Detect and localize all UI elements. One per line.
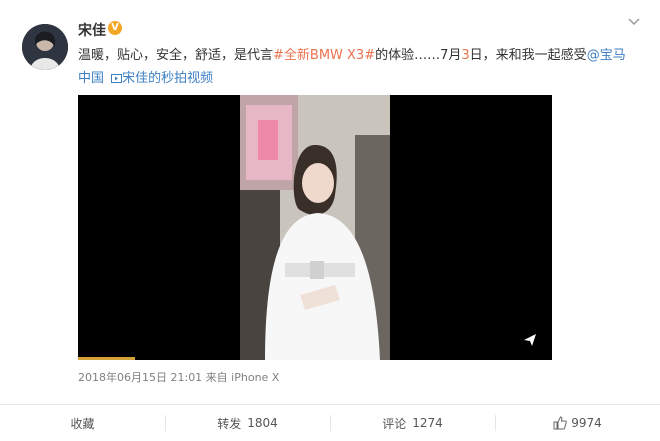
comment-button[interactable]: 评论 1274 <box>330 405 495 441</box>
video-link[interactable]: 宋佳的秒拍视频 <box>122 71 213 86</box>
date-number: 3 <box>461 48 470 63</box>
like-button[interactable]: 9974 <box>495 405 660 441</box>
like-thumb-icon <box>553 416 568 430</box>
weibo-post: 宋佳 V 温暖，贴心，安全，舒适，是代言#全新BMW X3#的体验……7月3日，… <box>0 0 660 441</box>
repost-count: 1804 <box>247 416 278 430</box>
favorite-button[interactable]: 收藏 <box>0 405 165 441</box>
post-text-part: 的体验……7月 <box>375 48 462 63</box>
video-link-icon <box>111 74 123 83</box>
video-player[interactable] <box>78 95 552 360</box>
verified-badge-icon: V <box>108 21 122 35</box>
action-bar: 收藏 转发 1804 评论 1274 9974 <box>0 405 660 441</box>
post-meta: 2018年06月15日 21:01 来自 iPhone X <box>78 369 279 385</box>
post-text-part: 温暖，贴心，安全，舒适，是代言 <box>78 48 274 63</box>
comment-count: 1274 <box>412 416 443 430</box>
video-frame <box>240 95 390 360</box>
post-time[interactable]: 2018年06月15日 21:01 <box>78 371 202 384</box>
hashtag-link[interactable]: #全新BMW X3# <box>273 48 375 63</box>
like-count: 9974 <box>571 416 602 430</box>
username[interactable]: 宋佳 <box>78 20 106 40</box>
share-icon[interactable] <box>522 332 538 348</box>
favorite-label: 收藏 <box>70 416 95 431</box>
more-chevron-icon[interactable] <box>626 16 642 28</box>
post-text: 温暖，贴心，安全，舒适，是代言#全新BMW X3#的体验……7月3日，来和我一起… <box>78 44 638 90</box>
video-progress-bar[interactable] <box>78 357 135 360</box>
repost-button[interactable]: 转发 1804 <box>165 405 330 441</box>
repost-label: 转发 <box>217 416 242 431</box>
comment-label: 评论 <box>382 416 407 431</box>
avatar[interactable] <box>22 24 68 70</box>
post-text-part: 日，来和我一起感受 <box>469 48 587 63</box>
post-source: 来自 iPhone X <box>205 371 280 384</box>
